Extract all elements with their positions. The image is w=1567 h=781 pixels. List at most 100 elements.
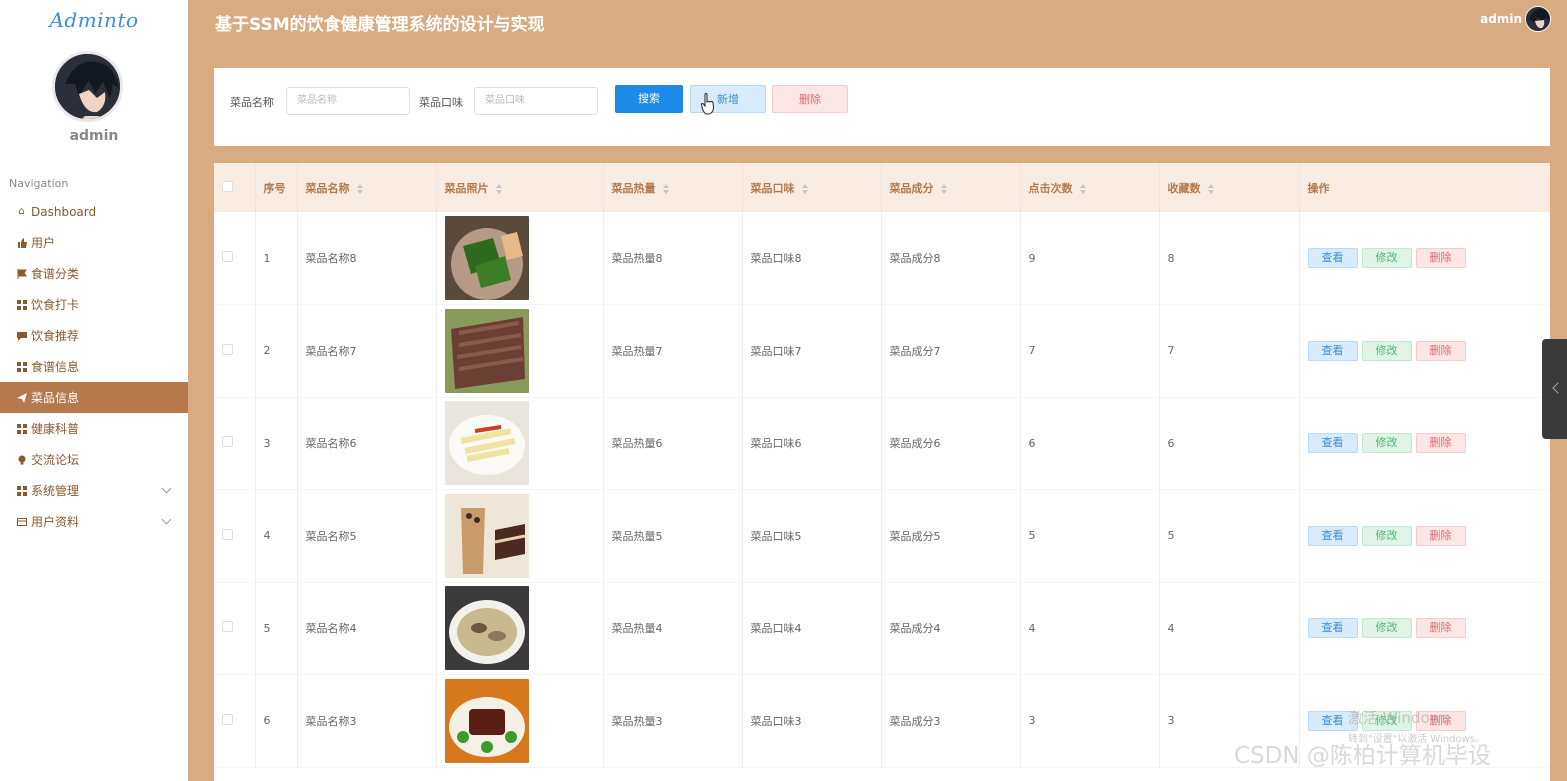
row-delete-button[interactable]: 删除 xyxy=(1415,433,1466,454)
dish-photo[interactable] xyxy=(444,308,529,393)
sidebar-item-dish-info[interactable]: 菜品信息 xyxy=(0,382,188,413)
sort-icon[interactable] xyxy=(356,183,364,194)
col-clicks[interactable]: 点击次数 xyxy=(1020,163,1160,212)
sort-icon[interactable] xyxy=(940,183,948,194)
col-label: 点击次数 xyxy=(1028,181,1073,195)
edit-button[interactable]: 修改 xyxy=(1361,433,1412,454)
row-delete-button[interactable]: 删除 xyxy=(1415,525,1466,546)
row-delete-button[interactable]: 删除 xyxy=(1415,340,1466,361)
col-label: 收藏数 xyxy=(1167,181,1201,195)
grid-icon xyxy=(16,485,27,496)
row-checkbox[interactable] xyxy=(222,713,233,725)
header-username[interactable]: admin xyxy=(1480,12,1522,26)
cell-favorites: 7 xyxy=(1159,304,1300,398)
cell-dish-name: 菜品名称4 xyxy=(297,582,437,675)
grid-icon xyxy=(16,299,27,310)
sidebar-item-label: 饮食推荐 xyxy=(31,329,80,343)
row-checkbox[interactable] xyxy=(222,251,233,262)
cell-dish-ingredient: 菜品成分5 xyxy=(881,489,1021,583)
header-avatar[interactable] xyxy=(1525,6,1551,32)
edit-button[interactable]: 修改 xyxy=(1361,618,1412,639)
sidebar-item-recipe-category[interactable]: 食谱分类 xyxy=(0,258,188,289)
sidebar-item-health-science[interactable]: 健康科普 xyxy=(0,413,188,444)
cell-dish-photo xyxy=(436,397,604,490)
sidebar-item-diet-checkin[interactable]: 饮食打卡 xyxy=(0,289,188,320)
search-button[interactable]: 搜索 xyxy=(615,85,683,113)
dish-photo[interactable] xyxy=(444,216,529,300)
logo-text: Adminto xyxy=(49,8,139,32)
cell-dish-ingredient: 菜品成分6 xyxy=(881,397,1021,490)
sidebar-item-system-management[interactable]: 系统管理 xyxy=(0,475,188,506)
view-button[interactable]: 查看 xyxy=(1307,433,1358,454)
dish-photo[interactable] xyxy=(444,586,529,671)
sidebar-item-diet-recommend[interactable]: 饮食推荐 xyxy=(0,320,188,351)
sidebar-item-dashboard[interactable]: ⌂ Dashboard xyxy=(0,196,188,227)
sort-icon[interactable] xyxy=(1079,183,1087,194)
edit-button[interactable]: 修改 xyxy=(1361,525,1412,546)
sidebar-item-recipe-info[interactable]: 食谱信息 xyxy=(0,351,188,382)
edit-button[interactable]: 修改 xyxy=(1361,340,1412,361)
cell-dish-photo xyxy=(436,582,604,675)
row-checkbox[interactable] xyxy=(222,621,233,633)
row-checkbox[interactable] xyxy=(222,528,233,540)
sidebar-item-label: Dashboard xyxy=(31,204,97,219)
cell-index: 1 xyxy=(255,212,298,305)
avatar-image xyxy=(55,54,120,119)
col-dish-ingredient[interactable]: 菜品成分 xyxy=(881,163,1021,212)
view-button[interactable]: 查看 xyxy=(1307,618,1358,639)
paper-plane-icon xyxy=(16,392,27,403)
sort-icon[interactable] xyxy=(495,183,503,194)
table-header-row: 序号 菜品名称 菜品照片 菜品热量 菜品口味 菜品成分 点击次数 收藏数 操作 xyxy=(214,163,1550,212)
dish-photo[interactable] xyxy=(444,493,529,578)
sidebar-item-users[interactable]: 用户 xyxy=(0,227,188,258)
cell-dish-photo xyxy=(436,489,604,583)
sort-icon[interactable] xyxy=(801,183,809,194)
table-row: 1 菜品名称8 菜品热量8 菜品口味8 菜品成分8 9 8 查看 修改 删除 xyxy=(214,212,1550,305)
dish-photo[interactable] xyxy=(444,401,529,486)
cell-dish-name: 菜品名称7 xyxy=(297,304,437,398)
col-label: 菜品口味 xyxy=(750,181,795,195)
cell-clicks: 7 xyxy=(1020,304,1160,398)
col-dish-heat[interactable]: 菜品热量 xyxy=(603,163,743,212)
side-panel-toggle[interactable] xyxy=(1542,339,1567,439)
dish-taste-input[interactable]: 菜品口味 xyxy=(474,87,598,115)
sort-icon[interactable] xyxy=(1207,183,1215,194)
logo[interactable]: Adminto xyxy=(0,8,188,32)
cell-dish-taste: 菜品口味7 xyxy=(742,304,882,398)
table-row: 2 菜品名称7 菜品热量7 菜品口味7 菜品成分7 7 7 查看 修改 删除 xyxy=(214,304,1550,398)
view-button[interactable]: 查看 xyxy=(1307,525,1358,546)
view-button[interactable]: 查看 xyxy=(1307,248,1358,268)
view-button[interactable]: 查看 xyxy=(1307,340,1358,361)
col-label: 菜品名称 xyxy=(305,181,350,195)
csdn-watermark: CSDN @陈柏计算机毕设 xyxy=(1234,743,1491,769)
col-dish-name[interactable]: 菜品名称 xyxy=(297,163,437,212)
sidebar-item-label: 交流论坛 xyxy=(31,453,80,467)
dish-name-input[interactable]: 菜品名称 xyxy=(286,87,410,115)
col-dish-photo[interactable]: 菜品照片 xyxy=(436,163,604,212)
delete-button[interactable]: 删除 xyxy=(772,85,848,113)
row-delete-button[interactable]: 删除 xyxy=(1415,248,1466,268)
grid-icon xyxy=(16,361,27,372)
col-actions: 操作 xyxy=(1299,163,1550,212)
data-table-panel: 序号 菜品名称 菜品照片 菜品热量 菜品口味 菜品成分 点击次数 收藏数 操作 … xyxy=(214,163,1550,781)
col-label: 菜品照片 xyxy=(444,181,489,195)
dish-photo[interactable] xyxy=(444,678,529,763)
cell-index: 5 xyxy=(255,582,298,675)
chevron-down-icon xyxy=(161,483,172,494)
col-dish-taste[interactable]: 菜品口味 xyxy=(742,163,882,212)
avatar[interactable] xyxy=(52,51,123,122)
cell-dish-heat: 菜品热量6 xyxy=(603,397,743,490)
select-all-checkbox[interactable] xyxy=(222,180,233,192)
edit-button[interactable]: 修改 xyxy=(1361,248,1412,268)
sort-icon[interactable] xyxy=(662,183,670,194)
row-checkbox[interactable] xyxy=(222,343,233,355)
cell-index: 2 xyxy=(255,304,298,398)
cell-actions: 查看 修改 删除 xyxy=(1299,304,1550,398)
sidebar-item-forum[interactable]: 交流论坛 xyxy=(0,444,188,475)
sidebar-item-user-profile[interactable]: 用户资料 xyxy=(0,506,188,537)
avatar-image xyxy=(1526,7,1550,31)
col-favorites[interactable]: 收藏数 xyxy=(1159,163,1300,212)
chevron-down-icon xyxy=(161,514,172,525)
row-checkbox[interactable] xyxy=(222,436,233,448)
row-delete-button[interactable]: 删除 xyxy=(1415,618,1466,639)
